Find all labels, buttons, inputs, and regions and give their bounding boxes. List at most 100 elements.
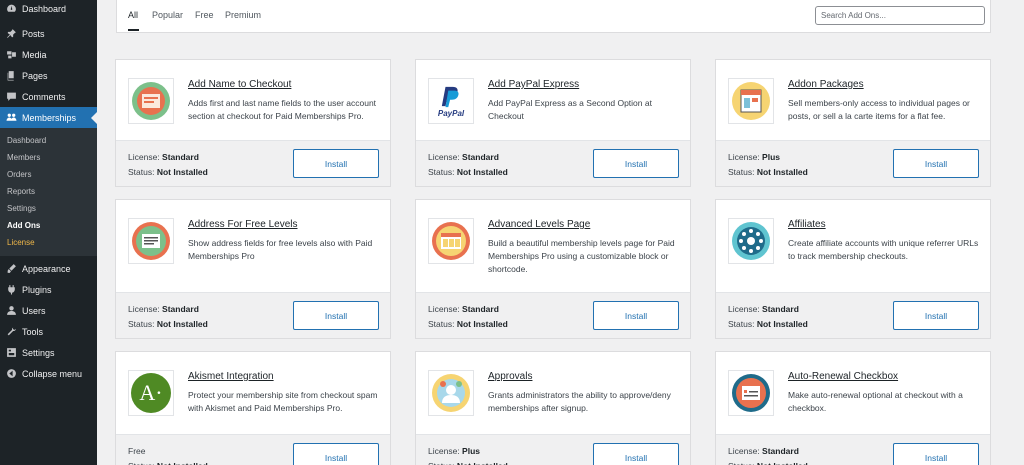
status-value: Not Installed	[456, 319, 508, 329]
addon-description: Add PayPal Express as a Second Option at…	[488, 98, 652, 121]
addon-title-link[interactable]: Add PayPal Express	[488, 79, 579, 90]
submenu-orders[interactable]: Orders	[0, 166, 97, 183]
addon-card: Approvals Grants administrators the abili…	[415, 351, 691, 465]
addon-title-link[interactable]: Auto-Renewal Checkbox	[788, 371, 898, 382]
addon-title-link[interactable]: Approvals	[488, 371, 532, 382]
settings-icon	[6, 347, 17, 358]
menu-label: Appearance	[22, 263, 71, 274]
menu-appearance[interactable]: Appearance	[0, 258, 97, 279]
comments-icon	[6, 91, 17, 102]
addon-license: License: Plus	[428, 446, 480, 456]
addon-status: Status: Not Installed	[428, 319, 508, 329]
install-button[interactable]: Install	[593, 301, 679, 330]
menu-settings[interactable]: Settings	[0, 342, 97, 363]
license-label: License:	[428, 304, 460, 314]
status-label: Status:	[428, 167, 455, 177]
status-label: Status:	[728, 167, 755, 177]
addon-card-footer: Free Status: Not Installed Install	[116, 434, 390, 465]
collapse-icon	[6, 368, 17, 379]
admin-sidebar: Dashboard Posts Media Pages Comments Mem…	[0, 0, 97, 465]
license-label: License:	[728, 446, 760, 456]
menu-media[interactable]: Media	[0, 44, 97, 65]
submenu-settings[interactable]: Settings	[0, 200, 97, 217]
submenu-members[interactable]: Members	[0, 149, 97, 166]
addon-card: A· Akismet Integration Protect your member…	[115, 351, 391, 465]
license-label: License:	[128, 152, 160, 162]
menu-tools[interactable]: Tools	[0, 321, 97, 342]
addon-status: Status: Not Installed	[428, 167, 508, 177]
active-tab-indicator	[128, 29, 139, 31]
license-value: Plus	[462, 446, 480, 456]
status-value: Not Installed	[757, 461, 808, 465]
menu-users[interactable]: Users	[0, 300, 97, 321]
addon-card: Advanced Levels Page Build a beautiful me…	[415, 199, 691, 339]
license-value: Standard	[162, 152, 199, 162]
search-add-ons-input[interactable]	[815, 6, 985, 25]
install-button[interactable]: Install	[593, 443, 679, 465]
submenu-dashboard[interactable]: Dashboard	[0, 132, 97, 149]
addon-license: License: Standard	[128, 152, 199, 162]
addon-title-link[interactable]: Add Name to Checkout	[188, 79, 291, 90]
menu-comments[interactable]: Comments	[0, 86, 97, 107]
license-label: Free	[128, 446, 146, 456]
tab-free[interactable]: Free	[195, 10, 214, 20]
addon-status: Status: Not Installed	[728, 461, 808, 465]
install-button[interactable]: Install	[893, 301, 979, 330]
addon-card: Add Name to Checkout Adds first and last …	[115, 59, 391, 187]
license-value: Plus	[762, 152, 780, 162]
tab-premium[interactable]: Premium	[225, 10, 261, 20]
addon-card: Auto-Renewal Checkbox Make auto-renewal o…	[715, 351, 991, 465]
addon-status: Status: Not Installed	[728, 319, 808, 329]
addon-card-footer: License: Plus Status: Not Installed Instal…	[716, 140, 990, 186]
addon-license: License: Standard	[428, 304, 499, 314]
install-button[interactable]: Install	[893, 149, 979, 178]
menu-label: Pages	[22, 70, 48, 81]
menu-label: Settings	[22, 347, 55, 358]
submenu-reports[interactable]: Reports	[0, 183, 97, 200]
license-value: Standard	[762, 446, 799, 456]
license-value: Standard	[462, 152, 499, 162]
addon-card: Affiliates Create affiliate accounts with…	[715, 199, 991, 339]
appearance-icon	[6, 263, 17, 274]
addon-card: PayPal Add PayPal Express Add PayPal Expre…	[415, 59, 691, 187]
addon-description: Adds first and last name fields to the u…	[188, 98, 377, 121]
users-icon	[6, 305, 17, 316]
memberships-icon	[6, 112, 17, 123]
submenu-add-ons[interactable]: Add Ons	[0, 217, 97, 234]
status-label: Status:	[428, 319, 455, 329]
addon-title-link[interactable]: Affiliates	[788, 219, 826, 230]
renewal-checkbox-icon	[728, 370, 774, 416]
tools-icon	[6, 326, 17, 337]
install-button[interactable]: Install	[593, 149, 679, 178]
addon-status: Status: Not Installed	[428, 461, 508, 465]
menu-plugins[interactable]: Plugins	[0, 279, 97, 300]
install-button[interactable]: Install	[293, 443, 379, 465]
menu-label: Memberships	[22, 112, 77, 123]
submenu-license[interactable]: License	[0, 234, 97, 251]
menu-pages[interactable]: Pages	[0, 65, 97, 86]
addon-title-link[interactable]: Advanced Levels Page	[488, 219, 590, 230]
dashboard-icon	[6, 3, 17, 14]
tab-all[interactable]: All	[128, 10, 138, 20]
status-value: Not Installed	[756, 319, 808, 329]
license-label: License:	[728, 152, 760, 162]
menu-collapse[interactable]: Collapse menu	[0, 363, 97, 384]
plugins-icon	[6, 284, 17, 295]
addon-card-footer: License: Standard Status: Not Installed In…	[716, 434, 990, 465]
status-label: Status:	[728, 461, 754, 465]
status-label: Status:	[428, 461, 454, 465]
status-value: Not Installed	[157, 461, 208, 465]
install-button[interactable]: Install	[293, 301, 379, 330]
menu-label: Posts	[22, 28, 45, 39]
addon-title-link[interactable]: Address For Free Levels	[188, 219, 298, 230]
menu-label: Comments	[22, 91, 66, 102]
status-value: Not Installed	[456, 167, 508, 177]
menu-posts[interactable]: Posts	[0, 23, 97, 44]
install-button[interactable]: Install	[293, 149, 379, 178]
menu-memberships[interactable]: Memberships	[0, 107, 97, 128]
install-button[interactable]: Install	[893, 443, 979, 465]
name-form-icon	[128, 78, 174, 124]
addon-title-link[interactable]: Addon Packages	[788, 79, 864, 90]
tab-popular[interactable]: Popular	[152, 10, 183, 20]
addon-title-link[interactable]: Akismet Integration	[188, 371, 274, 382]
